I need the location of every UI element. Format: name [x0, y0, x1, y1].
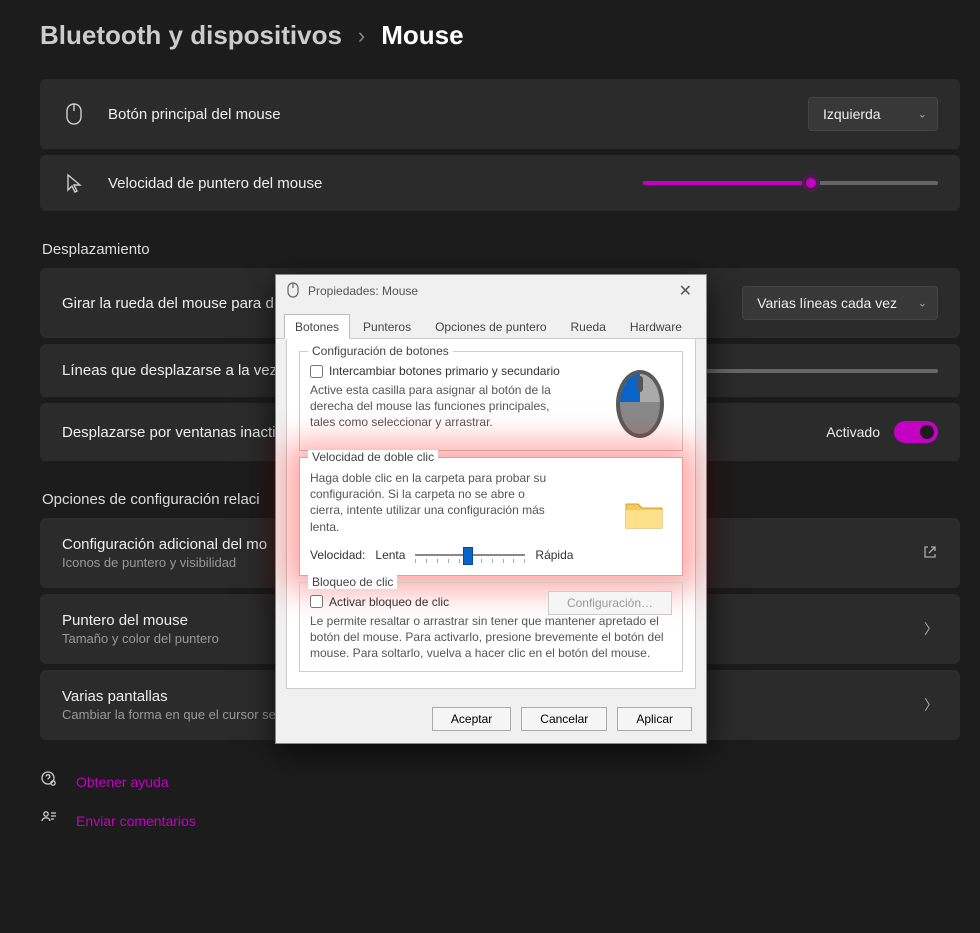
dialog-tabs: Botones Punteros Opciones de puntero Rue…: [276, 313, 706, 339]
setting-pointer-speed: Velocidad de puntero del mouse: [40, 155, 960, 211]
swap-buttons-desc: Active esta casilla para asignar al botó…: [310, 382, 570, 431]
mouse-small-icon: [286, 282, 300, 301]
chevron-right-icon: 〉: [924, 619, 938, 639]
clicklock-config-button: Configuración…: [548, 591, 672, 615]
help-link[interactable]: Obtener ayuda: [76, 774, 169, 790]
feedback-icon: [40, 809, 60, 832]
inactive-scroll-toggle[interactable]: [894, 421, 938, 443]
setting-primary-button: Botón principal del mouse Izquierda ⌄: [40, 79, 960, 149]
help-icon: [40, 770, 60, 793]
swap-buttons-input[interactable]: [310, 365, 323, 378]
tab-botones[interactable]: Botones: [284, 314, 350, 339]
group-doubleclick-speed: Velocidad de doble clic Haga doble clic …: [299, 457, 683, 576]
group-button-config: Configuración de botones Intercambiar bo…: [299, 351, 683, 451]
dblclick-desc: Haga doble clic en la carpeta para proba…: [310, 470, 560, 535]
chevron-down-icon: ⌄: [918, 108, 927, 121]
group-title: Velocidad de doble clic: [308, 450, 438, 464]
group-title: Configuración de botones: [308, 344, 453, 358]
cancel-button[interactable]: Cancelar: [521, 707, 607, 731]
speed-fast-label: Rápida: [535, 548, 573, 562]
cursor-icon: [62, 173, 86, 193]
chevron-right-icon: ›: [358, 23, 365, 49]
mouse-illustration: [608, 362, 672, 442]
ok-button[interactable]: Aceptar: [432, 707, 511, 731]
section-scroll-heading: Desplazamiento: [42, 241, 960, 258]
folder-test-icon[interactable]: [624, 496, 664, 530]
clicklock-desc: Le permite resaltar o arrastrar sin tene…: [310, 613, 670, 662]
clicklock-label: Activar bloqueo de clic: [329, 595, 449, 609]
mouse-properties-dialog: Propiedades: Mouse ✕ Botones Punteros Op…: [275, 274, 707, 744]
tab-punteros[interactable]: Punteros: [352, 314, 422, 339]
group-clicklock: Bloqueo de clic Configuración… Activar b…: [299, 582, 683, 673]
pointer-speed-slider[interactable]: [643, 181, 938, 185]
tab-hardware[interactable]: Hardware: [619, 314, 693, 339]
mouse-icon: [62, 103, 86, 125]
feedback-link-row: Enviar comentarios: [40, 809, 960, 832]
dialog-title: Propiedades: Mouse: [308, 284, 667, 298]
breadcrumb-current: Mouse: [381, 20, 463, 51]
breadcrumb: Bluetooth y dispositivos › Mouse: [40, 20, 960, 51]
inactive-scroll-state: Activado: [826, 424, 880, 440]
primary-button-label: Botón principal del mouse: [108, 106, 786, 123]
group-title: Bloqueo de clic: [308, 575, 397, 589]
help-link-row: Obtener ayuda: [40, 770, 960, 793]
apply-button[interactable]: Aplicar: [617, 707, 692, 731]
tab-rueda[interactable]: Rueda: [560, 314, 617, 339]
speed-slow-label: Lenta: [375, 548, 405, 562]
pointer-speed-label: Velocidad de puntero del mouse: [108, 175, 621, 192]
close-button[interactable]: ✕: [675, 281, 696, 301]
external-link-icon: [922, 544, 938, 563]
clicklock-input[interactable]: [310, 595, 323, 608]
tab-opciones-puntero[interactable]: Opciones de puntero: [424, 314, 557, 339]
primary-button-select[interactable]: Izquierda ⌄: [808, 97, 938, 131]
swap-buttons-label: Intercambiar botones primario y secundar…: [329, 364, 560, 378]
primary-button-value: Izquierda: [823, 106, 881, 122]
wheel-scroll-select[interactable]: Varias líneas cada vez ⌄: [742, 286, 938, 320]
chevron-right-icon: 〉: [924, 695, 938, 715]
breadcrumb-parent[interactable]: Bluetooth y dispositivos: [40, 20, 342, 51]
lines-scroll-label: Líneas que desplazarse a la vez: [62, 362, 282, 379]
feedback-link[interactable]: Enviar comentarios: [76, 813, 196, 829]
speed-label: Velocidad:: [310, 548, 365, 562]
dblclick-speed-slider[interactable]: [415, 545, 525, 565]
chevron-down-icon: ⌄: [918, 297, 927, 310]
wheel-scroll-value: Varias líneas cada vez: [757, 295, 897, 311]
